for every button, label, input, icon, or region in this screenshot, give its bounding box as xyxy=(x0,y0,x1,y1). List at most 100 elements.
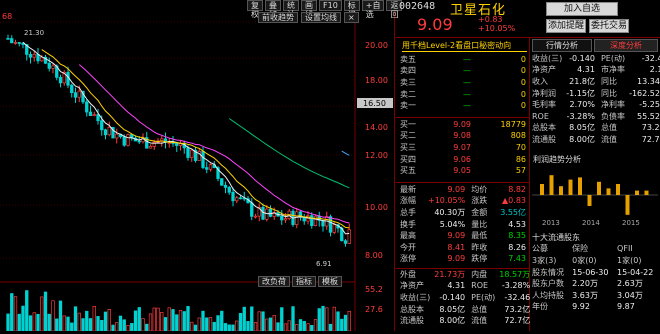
toolbar2-button-1[interactable]: 设置均线 xyxy=(301,12,341,23)
profit-bar-chart: 2013 2014 2015 xyxy=(532,175,658,227)
toolbar2-button-0[interactable]: 前收趋势 xyxy=(258,12,298,23)
stat-value: 3.55亿 xyxy=(500,207,526,217)
toolbar-button-1[interactable]: 叠加 xyxy=(265,0,281,19)
toolbar-button-4[interactable]: F10 xyxy=(319,0,342,11)
holder-stat-value: 15-06-30 xyxy=(572,267,609,277)
add-alert-button[interactable]: 添加提醒 xyxy=(546,19,586,33)
candle-body xyxy=(70,84,74,94)
sell-row: 卖二 — 0 xyxy=(398,89,528,101)
holder-stat-label: 人均持股 xyxy=(532,290,564,300)
volume-bar xyxy=(115,322,119,332)
fund-stat-row: 外盘 21.73万 内盘 18.57万 xyxy=(398,269,532,281)
candle-body xyxy=(126,134,130,146)
stat-value: 8.41 xyxy=(447,242,466,252)
holder-stat-value: 2.20万 xyxy=(572,279,598,289)
toolbar-button-6[interactable]: +自选 xyxy=(361,0,385,19)
stat-value: 21.73万 xyxy=(434,269,466,279)
profit-bar xyxy=(578,177,582,195)
buy-row: 买四 9.06 86 xyxy=(398,154,528,166)
row-volume: 57 xyxy=(515,166,526,176)
toolbar-button-0[interactable]: 复权 xyxy=(247,0,263,19)
close-icon[interactable]: × xyxy=(344,12,359,23)
candle-body xyxy=(100,120,104,131)
toolbar-button-5[interactable]: 标记 xyxy=(343,0,360,19)
level2-link[interactable]: 用千档Level-2看盘口秘密动向 xyxy=(402,40,527,52)
candle-body xyxy=(231,191,235,202)
holder-stat-value: 15-04-22 xyxy=(617,267,654,277)
candle-body xyxy=(328,216,333,233)
volume-bar xyxy=(163,317,168,332)
volume-bar xyxy=(216,315,220,332)
stat-label: 昨收 xyxy=(471,242,488,252)
stat-value: -32.46 xyxy=(641,53,660,63)
stat-row: 最新 9.09 均价 8.82 xyxy=(398,184,528,196)
tab-depth-analysis[interactable]: 深度分析 xyxy=(594,39,658,52)
stat-label: 流值 xyxy=(600,134,617,144)
price-axis-label: 18.00 xyxy=(365,76,388,85)
candle-body xyxy=(85,101,89,113)
row-price: 9.08 xyxy=(453,131,471,141)
volume-bar xyxy=(227,324,231,332)
volume-bar xyxy=(265,318,269,332)
row-label: 卖三 xyxy=(400,77,416,87)
candle-body xyxy=(17,42,21,44)
candle-body xyxy=(186,147,190,158)
volume-bar xyxy=(223,323,228,332)
volume-bar xyxy=(313,319,318,332)
volume-bar xyxy=(152,307,156,332)
holder-stat-label: 年份 xyxy=(532,302,548,312)
holders-title-row: 十大流通股东 xyxy=(530,232,660,244)
add-watchlist-button[interactable]: 加入自选 xyxy=(546,2,618,16)
stat-value: 9.09 xyxy=(447,254,466,264)
volume-bar xyxy=(133,310,138,332)
candle-body xyxy=(313,215,318,226)
row-volume: 18779 xyxy=(500,119,526,129)
volume-bar xyxy=(340,318,344,332)
candle-body xyxy=(261,206,265,220)
sell-orderbook: 卖五 — 0 卖四 — 0 卖三 — 0 卖二 — 0 卖一 — 0 xyxy=(398,54,528,112)
volume-bar xyxy=(25,290,29,332)
volume-bar xyxy=(283,323,288,332)
volume-bar xyxy=(208,317,213,332)
volume-bar xyxy=(55,318,59,332)
candle-body xyxy=(28,54,33,58)
candle-body xyxy=(227,187,231,193)
stat-value: 8.26 xyxy=(508,242,526,252)
candle-body xyxy=(220,178,224,186)
volume-bar xyxy=(343,314,348,332)
row-label: 买三 xyxy=(400,142,416,152)
volume-bar xyxy=(175,314,179,332)
left-price-label: 68 xyxy=(2,12,13,21)
kline-chart[interactable]: 20.00 18.00 16.50 14.00 12.00 10.00 8.00 55.2 27… xyxy=(0,0,403,332)
profit-bar xyxy=(597,181,601,195)
tab-quote-analysis[interactable]: 行情分析 xyxy=(532,39,592,52)
indicator-button-2[interactable]: 模板 xyxy=(318,276,342,287)
chart-toolbar-2: 前收趋势 设置均线 × xyxy=(258,12,359,23)
volume-bar xyxy=(272,314,276,332)
volume-bar xyxy=(201,310,205,332)
volume-bar xyxy=(325,307,329,332)
volume-bar xyxy=(43,291,48,332)
row-price: 9.06 xyxy=(453,154,471,164)
candle-body xyxy=(13,42,18,44)
stat-row: 总手 40.30万 金额 3.55亿 xyxy=(398,207,528,219)
indicator-button-1[interactable]: 指标 xyxy=(292,276,316,287)
price-axis-label: 8.00 xyxy=(365,251,383,260)
candle-body xyxy=(148,146,153,149)
trade-stats: 最新 9.09 均价 8.82 涨幅 +10.05% 涨跌 ▲0.83 总手 40.30万 金额 3.… xyxy=(398,184,528,265)
indicator-button-0[interactable]: 改负荷 xyxy=(258,276,290,287)
candle-body xyxy=(235,197,239,202)
stat-value: 13.34% xyxy=(637,76,660,86)
holder-stat-value: 3.04万 xyxy=(617,290,643,300)
candle-body xyxy=(238,197,243,200)
toolbar-button-2[interactable]: 统计 xyxy=(283,0,299,19)
price-axis-label: 20.00 xyxy=(365,41,388,50)
stat-row: 涨停 9.09 跌停 7.43 xyxy=(398,254,528,266)
stat-label: 同比 xyxy=(600,88,617,98)
volume-bar xyxy=(220,310,224,332)
toolbar-button-3[interactable]: 画线 xyxy=(301,0,317,19)
trade-button[interactable]: 委托交易 xyxy=(589,19,629,33)
row-price: — xyxy=(463,66,471,76)
sell-row: 卖一 — 0 xyxy=(398,100,528,112)
stat-label: 外盘 xyxy=(400,269,416,279)
